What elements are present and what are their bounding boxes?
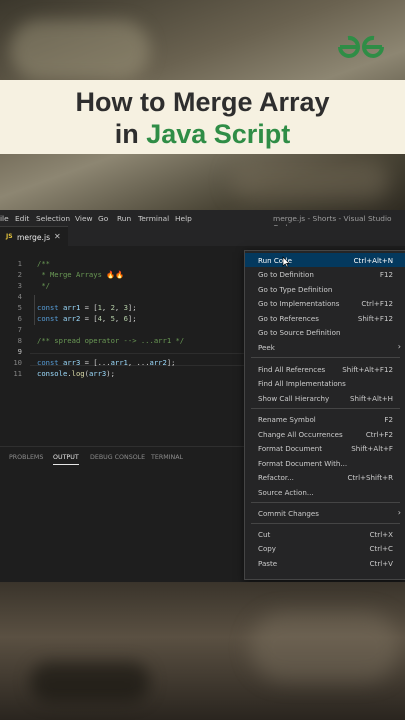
- menu-item-run-code[interactable]: Run Code Ctrl+Alt+N: [245, 253, 405, 267]
- menu-item-cut[interactable]: Cut Ctrl+X: [245, 527, 405, 541]
- menu-file[interactable]: ile: [0, 214, 9, 223]
- js-file-icon: JS: [6, 233, 13, 240]
- code-line: const arr1 = [1, 2, 3];: [37, 303, 137, 312]
- menu-item-go-to-definition[interactable]: Go to Definition F12: [245, 267, 405, 281]
- code-line: const arr2 = [4, 5, 6];: [37, 314, 137, 323]
- line-number: 2: [17, 270, 22, 279]
- line-number: 11: [13, 369, 22, 378]
- tab-problems[interactable]: PROBLEMS: [9, 454, 43, 461]
- menu-separator: [251, 502, 400, 503]
- mouse-pointer-icon: [282, 256, 290, 268]
- code-line: const arr3 = [...arr1, ...arr2];: [37, 358, 176, 367]
- editor-context-menu: Run Code Ctrl+Alt+N Go to Definition F12 G…: [244, 250, 405, 580]
- line-number: 1: [17, 259, 22, 268]
- line-number: 4: [17, 292, 22, 301]
- line-number: 10: [13, 358, 22, 367]
- tab-bar: JS merge.js ✕: [0, 226, 405, 247]
- menu-item-change-all-occurrences[interactable]: Change All Occurrences Ctrl+F2: [245, 427, 405, 441]
- menu-run[interactable]: Run: [117, 214, 131, 223]
- title-line-2-accent: Java Script: [146, 119, 291, 149]
- menu-view[interactable]: View: [75, 214, 93, 223]
- menu-item-go-to-source-definition[interactable]: Go to Source Definition: [245, 325, 405, 339]
- menu-separator: [251, 523, 400, 524]
- menu-item-commit-changes[interactable]: Commit Changes ›: [245, 506, 405, 520]
- menu-item-format-document-with[interactable]: Format Document With...: [245, 456, 405, 470]
- menu-edit[interactable]: Edit: [15, 214, 29, 223]
- menu-item-go-to-references[interactable]: Go to References Shift+F12: [245, 311, 405, 325]
- line-number: 8: [17, 336, 22, 345]
- code-line: /** spread operator --> ...arr1 */: [37, 336, 185, 345]
- gfg-logo-icon: [338, 35, 384, 58]
- chevron-right-icon: ›: [397, 508, 401, 517]
- menu-item-source-action[interactable]: Source Action...: [245, 485, 405, 499]
- code-line: */: [37, 281, 50, 290]
- menu-item-go-to-type-definition[interactable]: Go to Type Definition: [245, 282, 405, 296]
- menu-item-format-document[interactable]: Format Document Shift+Alt+F: [245, 441, 405, 455]
- tab-terminal[interactable]: TERMINAL: [151, 454, 183, 461]
- line-number: 6: [17, 314, 22, 323]
- menu-item-find-all-references[interactable]: Find All References Shift+Alt+F12: [245, 362, 405, 376]
- background-blur: [10, 20, 150, 80]
- menu-selection[interactable]: Selection: [36, 214, 70, 223]
- indent-guide: [34, 295, 35, 325]
- background-blur: [230, 160, 390, 200]
- background-blur: [30, 662, 150, 702]
- line-number: 3: [17, 281, 22, 290]
- menubar: ile Edit Selection View Go Run Terminal …: [0, 210, 405, 232]
- tab-output[interactable]: OUTPUT: [53, 454, 79, 465]
- menu-item-show-call-hierarchy[interactable]: Show Call Hierarchy Shift+Alt+H: [245, 391, 405, 405]
- chevron-right-icon: ›: [397, 342, 401, 351]
- menu-item-refactor[interactable]: Refactor... Ctrl+Shift+R: [245, 470, 405, 484]
- menu-go[interactable]: Go: [98, 214, 108, 223]
- title-line-1: How to Merge Array: [75, 87, 330, 117]
- background-blur: [250, 612, 400, 682]
- menu-terminal[interactable]: Terminal: [138, 214, 169, 223]
- menu-separator: [251, 357, 400, 358]
- line-number-active: 9: [17, 347, 22, 356]
- menu-item-paste[interactable]: Paste Ctrl+V: [245, 556, 405, 570]
- video-title: How to Merge Array in Java Script: [0, 86, 405, 150]
- menu-separator: [251, 408, 400, 409]
- tab-debug-console[interactable]: DEBUG CONSOLE: [90, 454, 145, 461]
- code-line: console.log(arr3);: [37, 369, 115, 378]
- tab-merge-js[interactable]: JS merge.js ✕: [0, 226, 68, 247]
- background-bottom: [0, 582, 405, 720]
- code-line: * Merge Arrays 🔥🔥: [37, 270, 125, 279]
- menu-help[interactable]: Help: [175, 214, 192, 223]
- menu-item-go-to-implementations[interactable]: Go to Implementations Ctrl+F12: [245, 296, 405, 310]
- title-line-2-prefix: in: [114, 119, 147, 149]
- menu-item-copy[interactable]: Copy Ctrl+C: [245, 541, 405, 555]
- close-icon[interactable]: ✕: [54, 232, 61, 241]
- menu-item-peek[interactable]: Peek ›: [245, 340, 405, 354]
- line-number: 7: [17, 325, 22, 334]
- line-number: 5: [17, 303, 22, 312]
- tab-label: merge.js: [17, 233, 51, 242]
- menu-item-find-all-implementations[interactable]: Find All Implementations: [245, 376, 405, 390]
- menu-item-rename-symbol[interactable]: Rename Symbol F2: [245, 412, 405, 426]
- code-line: /**: [37, 259, 50, 268]
